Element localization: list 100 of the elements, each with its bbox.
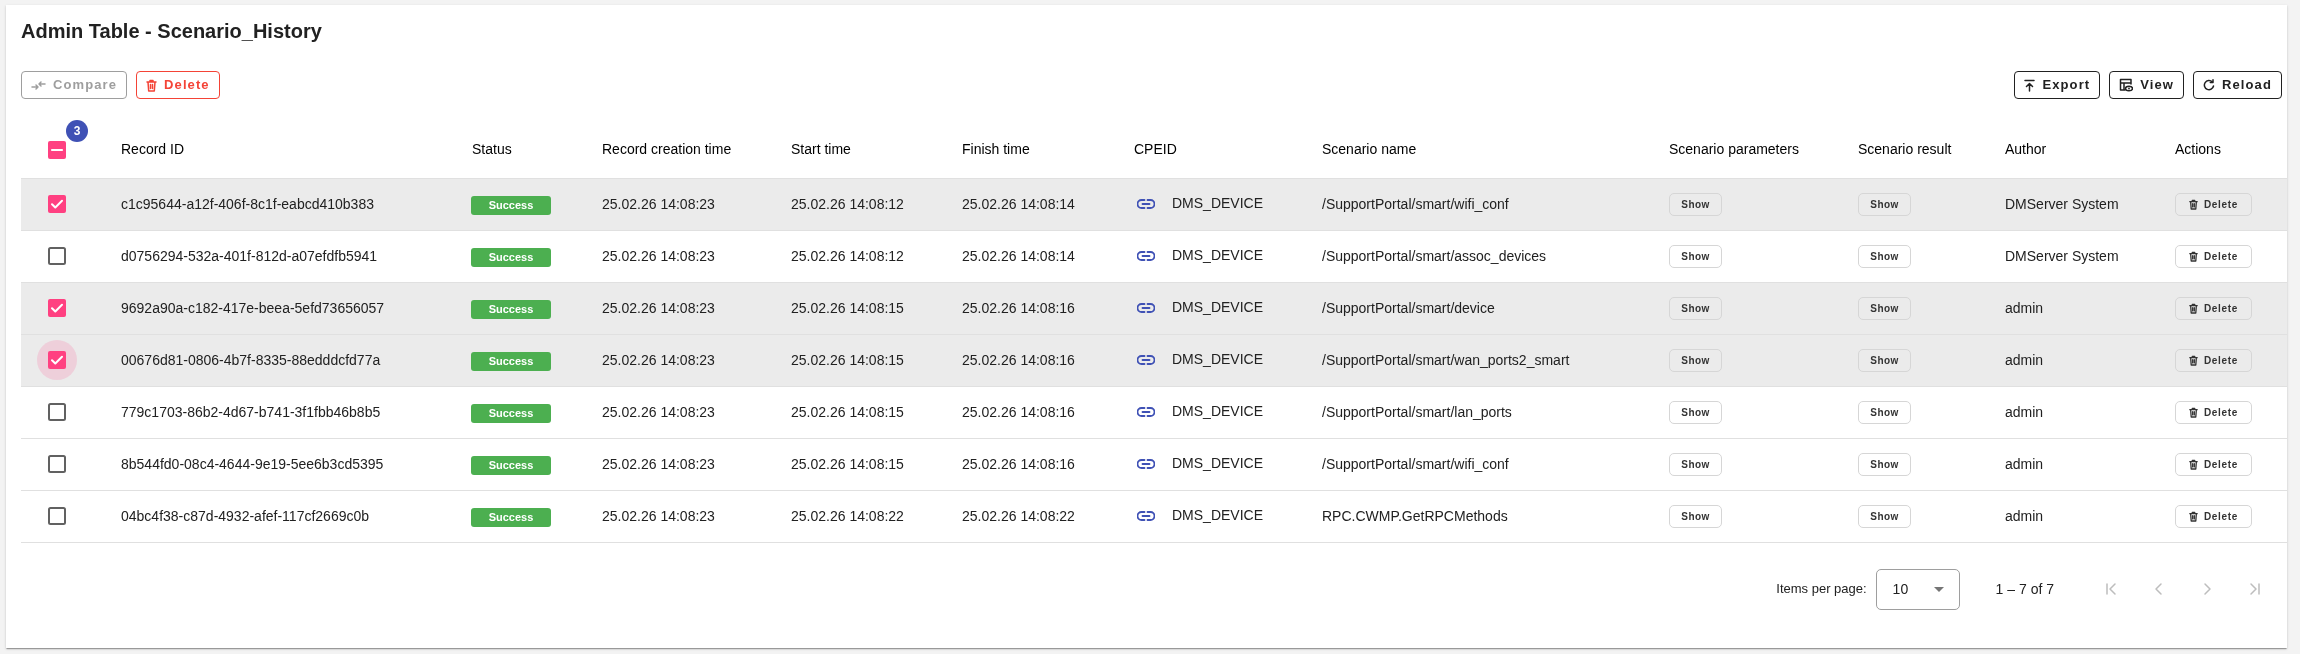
table-row[interactable]: c1c95644-a12f-406f-8c1f-eabcd410b383 Success 25.02.26 14:08:23 25.02.26 14:08:12 25.02.26 14:08:14 DMS_DEVICE /SupportPortal/smart/wifi_conf Show Show DMServer System Delete [21,178,2287,230]
author: admin [2005,490,2175,542]
column-header: Scenario name [1322,122,1669,178]
record-id: 779c1703-86b2-4d67-b741-3f1fbb46b8b5 [121,386,472,438]
upload-arrow-icon [2024,78,2036,92]
cpeid-link[interactable]: DMS_DEVICE [1137,245,1264,267]
first-page-icon [2104,582,2118,596]
inward-arrows-icon [31,79,46,91]
column-header: Status [472,122,602,178]
trash-icon [2188,510,2198,522]
start-time: 25.02.26 14:08:12 [791,230,962,282]
table-row[interactable]: d0756294-532a-401f-812d-a07efdfb5941 Success 25.02.26 14:08:23 25.02.26 14:08:12 25.02.26 14:08:14 DMS_DEVICE /SupportPortal/smart/assoc_devices Show Show DMServer System Delete [21,230,2287,282]
show-result-button[interactable]: Show [1858,192,1911,216]
link-icon [1137,250,1155,261]
finish-time: 25.02.26 14:08:16 [962,334,1134,386]
show-parameters-button[interactable]: Show [1669,452,1722,476]
creation-time: 25.02.26 14:08:23 [602,230,791,282]
show-result-button[interactable]: Show [1858,400,1911,424]
export-button[interactable]: Export [2014,71,2101,99]
show-result-button[interactable]: Show [1858,452,1911,476]
page-range: 1 – 7 of 7 [1995,579,2054,599]
delete-button[interactable]: Delete [136,71,220,99]
trash-icon [2188,354,2198,366]
table-row[interactable]: 9692a90a-c182-417e-beea-5efd73656057 Success 25.02.26 14:08:23 25.02.26 14:08:15 25.02.26 14:08:16 DMS_DEVICE /SupportPortal/smart/device Show Show admin Delete [21,282,2287,334]
cpeid-link[interactable]: DMS_DEVICE [1137,349,1264,371]
author: admin [2005,386,2175,438]
cpeid-link[interactable]: DMS_DEVICE [1137,453,1264,475]
finish-time: 25.02.26 14:08:16 [962,438,1134,490]
checkbox[interactable] [48,299,66,317]
table-row[interactable]: 779c1703-86b2-4d67-b741-3f1fbb46b8b5 Success 25.02.26 14:08:23 25.02.26 14:08:15 25.02.26 14:08:16 DMS_DEVICE /SupportPortal/smart/lan_ports Show Show admin Delete [21,386,2287,438]
page-size-select[interactable]: 10 [1875,568,1960,610]
page-title: Admin Table - Scenario_History [21,19,323,44]
start-time: 25.02.26 14:08:15 [791,282,962,334]
table-row[interactable]: 04bc4f38-c87d-4932-afef-117cf2669c0b Success 25.02.26 14:08:23 25.02.26 14:08:22 25.02.26 14:08:22 DMS_DEVICE RPC.CWMP.GetRPCMethods Show Show admin Delete [21,490,2287,542]
cpeid-link[interactable]: DMS_DEVICE [1137,297,1264,319]
record-id: c1c95644-a12f-406f-8c1f-eabcd410b383 [121,178,472,230]
cpeid-link[interactable]: DMS_DEVICE [1137,193,1264,215]
status-badge: Success [471,507,551,527]
start-time: 25.02.26 14:08:12 [791,178,962,230]
author: DMServer System [2005,178,2175,230]
checkbox[interactable] [48,140,66,159]
checkbox[interactable] [48,455,66,473]
finish-time: 25.02.26 14:08:14 [962,230,1134,282]
row-delete-button[interactable]: Delete [2175,452,2252,476]
row-delete-button[interactable]: Delete [2175,348,2252,372]
scenario-name: /SupportPortal/smart/assoc_devices [1322,230,1669,282]
row-delete-button[interactable]: Delete [2175,296,2252,320]
scenario-name: /SupportPortal/smart/device [1322,282,1669,334]
checkbox[interactable] [48,247,66,265]
link-icon [1137,354,1155,365]
status-badge: Success [471,403,551,423]
show-result-button[interactable]: Show [1858,348,1911,372]
status-badge: Success [471,299,551,319]
column-header: Scenario result [1858,122,2005,178]
scenario-name: RPC.CWMP.GetRPCMethods [1322,490,1669,542]
view-button[interactable]: View [2109,71,2185,99]
show-result-button[interactable]: Show [1858,504,1911,528]
scenario-name: /SupportPortal/smart/wan_ports2_smart [1322,334,1669,386]
trash-icon [2188,198,2198,210]
items-per-page-label: Items per page: [1776,580,1867,599]
column-header: Finish time [962,122,1134,178]
show-parameters-button[interactable]: Show [1669,244,1722,268]
status-badge: Success [471,455,551,475]
status-badge: Success [471,195,551,215]
table-row[interactable]: 8b544fd0-08c4-4644-9e19-5ee6b3cd5395 Success 25.02.26 14:08:23 25.02.26 14:08:15 25.02.26 14:08:16 DMS_DEVICE /SupportPortal/smart/wifi_conf Show Show admin Delete [21,438,2287,490]
trash-icon [2188,250,2198,262]
show-parameters-button[interactable]: Show [1669,400,1722,424]
trash-icon [2188,458,2198,470]
creation-time: 25.02.26 14:08:23 [602,178,791,230]
show-parameters-button[interactable]: Show [1669,504,1722,528]
trash-icon [146,78,158,92]
show-parameters-button[interactable]: Show [1669,348,1722,372]
author: DMServer System [2005,230,2175,282]
show-parameters-button[interactable]: Show [1669,296,1722,320]
reload-button[interactable]: Reload [2193,71,2282,99]
reload-icon [2203,79,2216,91]
link-icon [1137,406,1155,417]
checkbox[interactable] [48,507,66,525]
creation-time: 25.02.26 14:08:23 [602,490,791,542]
checkbox[interactable] [48,195,66,213]
cpeid-link[interactable]: DMS_DEVICE [1137,401,1264,423]
scenario-name: /SupportPortal/smart/wifi_conf [1322,178,1669,230]
checkbox[interactable] [48,351,66,369]
start-time: 25.02.26 14:08:22 [791,490,962,542]
status-badge: Success [471,351,551,371]
column-header: Scenario parameters [1669,122,1858,178]
checkbox[interactable] [48,403,66,421]
cpeid-link[interactable]: DMS_DEVICE [1137,505,1264,527]
show-parameters-button[interactable]: Show [1669,192,1722,216]
table-row[interactable]: 00676d81-0806-4b7f-8335-88edddcfd77a Success 25.02.26 14:08:23 25.02.26 14:08:15 25.02.26 14:08:16 DMS_DEVICE /SupportPortal/smart/wan_ports2_smart Show Show admin Delete [21,334,2287,386]
link-icon [1137,510,1155,521]
row-delete-button[interactable]: Delete [2175,192,2252,216]
column-header: CPEID [1134,122,1322,178]
row-delete-button[interactable]: Delete [2175,504,2252,528]
last-page-icon [2248,582,2262,596]
selection-count-badge: 3 [66,120,88,142]
show-result-button[interactable]: Show [1858,296,1911,320]
show-result-button[interactable]: Show [1858,244,1911,268]
row-delete-button[interactable]: Delete [2175,400,2252,424]
row-delete-button[interactable]: Delete [2175,244,2252,268]
